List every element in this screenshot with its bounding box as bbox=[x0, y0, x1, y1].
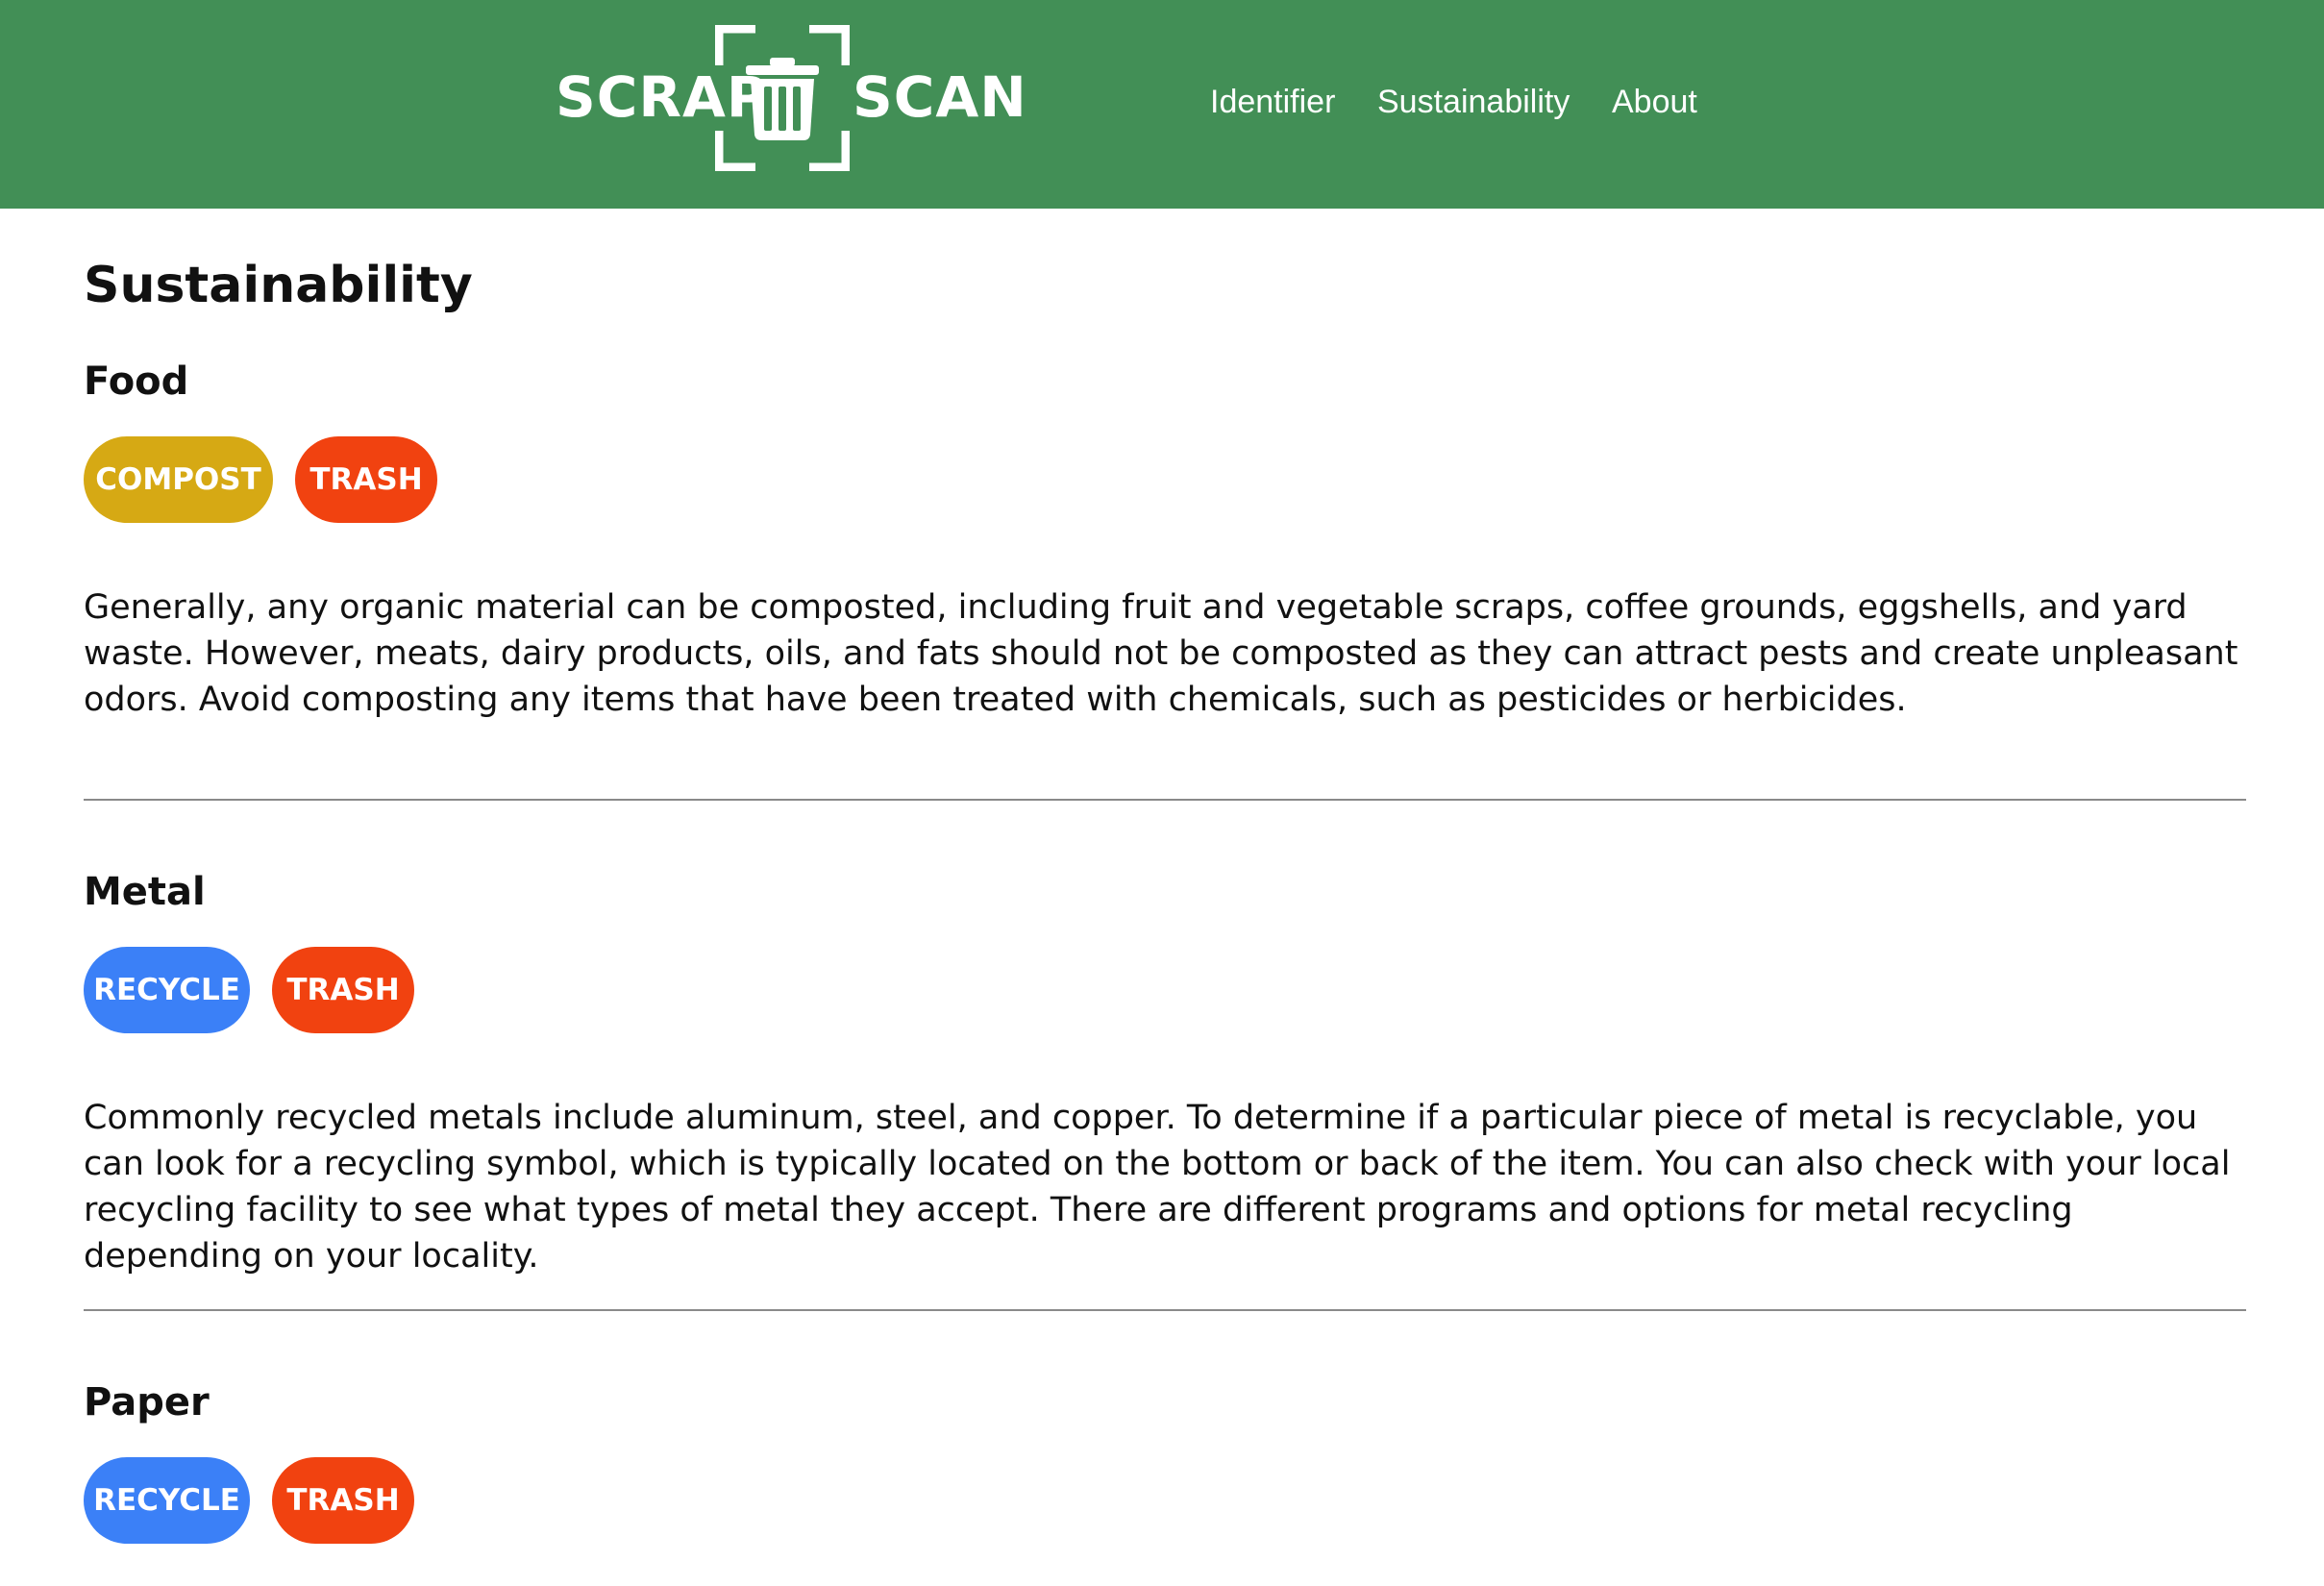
recycle-tag: RECYCLE bbox=[84, 947, 250, 1033]
scrapscan-logo[interactable]: SCRAP SCAN bbox=[556, 25, 1026, 171]
section-description: Commonly recycled metals include aluminu… bbox=[84, 1099, 2231, 1276]
section-divider bbox=[84, 799, 2246, 801]
disposal-tags: RECYCLE TRASH bbox=[84, 947, 414, 1033]
disposal-tags: COMPOST TRASH bbox=[84, 436, 437, 523]
section-title: Paper bbox=[84, 1380, 210, 1425]
section-description: Generally, any organic material can be c… bbox=[84, 588, 2238, 719]
section-title: Food bbox=[84, 359, 189, 404]
logo-word-scan: SCAN bbox=[853, 64, 1027, 130]
recycle-tag: RECYCLE bbox=[84, 1457, 250, 1544]
nav-link-about[interactable]: About bbox=[1612, 75, 1697, 129]
trash-can-scan-icon bbox=[715, 25, 850, 171]
disposal-tags: RECYCLE TRASH bbox=[84, 1457, 414, 1544]
compost-tag: COMPOST bbox=[84, 436, 273, 523]
page-title: Sustainability bbox=[84, 257, 473, 314]
nav-link-sustainability[interactable]: Sustainability bbox=[1377, 75, 1570, 129]
nav-link-identifier[interactable]: Identifier bbox=[1210, 75, 1335, 129]
trash-tag: TRASH bbox=[272, 1457, 414, 1544]
section-divider bbox=[84, 1309, 2246, 1311]
trash-tag: TRASH bbox=[295, 436, 437, 523]
section-title: Metal bbox=[84, 870, 206, 914]
site-header: SCRAP SCAN Identifier Sustainability Abo… bbox=[0, 0, 2324, 209]
trash-tag: TRASH bbox=[272, 947, 414, 1033]
